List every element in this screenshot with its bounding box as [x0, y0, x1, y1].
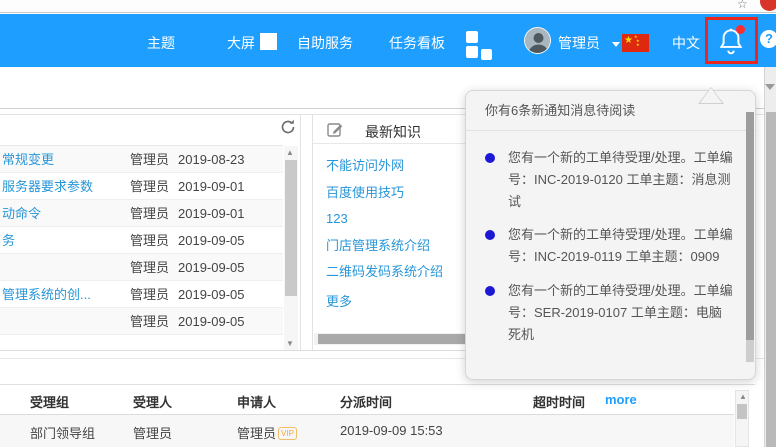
item-date: 2019-09-05 [178, 281, 245, 308]
scroll-up-icon[interactable]: ▲ [286, 148, 294, 157]
item-user: 管理员 [130, 254, 169, 281]
browser-toolbar: ☆ [0, 0, 776, 13]
unread-dot-icon [485, 286, 495, 296]
knowledge-link[interactable]: 不能访问外网 [326, 153, 443, 180]
cell-group: 部门领导组 [30, 423, 95, 442]
app-window: 常规变更 管理员 2019-08-23 服务器要求参数 管理员 2019-09-… [0, 0, 776, 447]
cell-applicant: 管理员VIP [237, 423, 297, 442]
notification-text: 您有一个新的工单待受理/处理。工单编号：SER-2019-0107 工单主题：电… [508, 280, 734, 345]
notification-list: 您有一个新的工单待受理/处理。工单编号：INC-2019-0120 工单主题：消… [485, 147, 735, 358]
list-item: 常规变更 管理员 2019-08-23 [0, 146, 283, 173]
nav-item-taskboard[interactable]: 任务看板 [389, 33, 445, 53]
scroll-up-icon[interactable]: ▲ [739, 392, 747, 401]
knowledge-link[interactable]: 二维码发码系统介绍 [326, 259, 443, 286]
bookmark-star-icon[interactable]: ☆ [737, 0, 748, 11]
scrollbar-thumb[interactable] [285, 160, 297, 296]
item-date: 2019-08-23 [178, 146, 245, 173]
col-header: 受理人 [133, 392, 172, 411]
nav-item-selfservice[interactable]: 自助服务 [297, 33, 353, 53]
notification-item[interactable]: 您有一个新的工单待受理/处理。工单编号：INC-2019-0120 工单主题：消… [485, 147, 735, 212]
extension-badge-icon[interactable] [760, 0, 776, 11]
language-switcher[interactable]: 中文 [672, 33, 700, 53]
item-link[interactable]: 务 [2, 227, 15, 254]
vip-badge: VIP [278, 427, 297, 440]
more-link[interactable]: 更多 [326, 291, 352, 310]
item-date: 2019-09-01 [178, 200, 245, 227]
item-link[interactable]: 动命令 [2, 200, 41, 227]
scrollbar-thumb[interactable] [318, 334, 473, 344]
notification-item[interactable]: 您有一个新的工单待受理/处理。工单编号：SER-2019-0107 工单主题：电… [485, 280, 735, 345]
refresh-icon[interactable] [279, 118, 297, 136]
top-navbar: 主题 大屏 自助服务 任务看板 管理员 ★ ★ ★ ★ 中文 ? [0, 14, 776, 67]
unread-dot-icon [485, 230, 495, 240]
item-user: 管理员 [130, 308, 169, 335]
tickets-table-header: 受理组 受理人 申请人 分派时间 超时时间 more [0, 385, 734, 414]
list-item: 管理系统的创... 管理员 2019-09-05 [0, 281, 283, 308]
list-item: 务 管理员 2019-09-05 [0, 227, 283, 254]
applicant-name: 管理员 [237, 426, 276, 441]
chevron-down-icon [765, 84, 775, 95]
scrollbar-thumb[interactable] [766, 112, 776, 447]
knowledge-link[interactable]: 123 [326, 206, 443, 233]
page-scrollbar[interactable] [764, 67, 776, 447]
knowledge-link[interactable]: 门店管理系统介绍 [326, 233, 443, 260]
item-date: 2019-09-05 [178, 308, 245, 335]
panel-header: 最新知识 [313, 115, 473, 144]
panel-scrollbar[interactable]: ▲ ▼ [284, 146, 298, 350]
item-date: 2019-09-01 [178, 173, 245, 200]
nav-item-bigscreen[interactable]: 大屏 [227, 33, 255, 53]
list-item: 管理员 2019-09-05 [0, 254, 283, 281]
recent-items-panel: 常规变更 管理员 2019-08-23 服务器要求参数 管理员 2019-09-… [0, 115, 301, 350]
latest-knowledge-panel: 最新知识 不能访问外网 百度使用技巧 123 门店管理系统介绍 二维码发码系统介… [312, 115, 472, 350]
china-flag-icon: ★ ★ ★ ★ [622, 34, 649, 52]
notification-item[interactable]: 您有一个新的工单待受理/处理。工单编号：INC-2019-0119 工单主题：0… [485, 224, 735, 268]
chevron-down-icon [612, 42, 620, 51]
popup-header: 你有6条新通知消息待阅读 [466, 91, 755, 131]
item-link[interactable]: 管理系统的创... [2, 281, 91, 308]
item-link[interactable]: 服务器要求参数 [2, 173, 93, 200]
scroll-down-icon[interactable]: ▼ [286, 339, 294, 348]
scrollbar-thumb[interactable] [746, 112, 754, 340]
horizontal-scrollbar[interactable] [314, 333, 473, 345]
table-row: 部门领导组 管理员 管理员VIP 2019-09-09 15:53 [0, 415, 734, 447]
list-item: 服务器要求参数 管理员 2019-09-01 [0, 173, 283, 200]
user-menu[interactable]: 管理员 [558, 33, 600, 53]
edit-note-icon [327, 121, 344, 143]
table-scrollbar[interactable]: ▲ [735, 390, 749, 447]
item-user: 管理员 [130, 227, 169, 254]
cell-time: 2019-09-09 15:53 [340, 423, 443, 438]
list-item: 动命令 管理员 2019-09-01 [0, 200, 283, 227]
item-user: 管理员 [130, 281, 169, 308]
col-header: 超时时间 [533, 392, 585, 411]
notification-text: 您有一个新的工单待受理/处理。工单编号：INC-2019-0120 工单主题：消… [508, 147, 734, 212]
notification-popup: 你有6条新通知消息待阅读 您有一个新的工单待受理/处理。工单编号：INC-201… [465, 90, 756, 380]
col-header: 分派时间 [340, 392, 392, 411]
more-link[interactable]: more [605, 392, 637, 407]
list-item: 管理员 2019-09-05 [0, 308, 283, 335]
notification-text: 您有一个新的工单待受理/处理。工单编号：INC-2019-0119 工单主题：0… [508, 224, 734, 268]
recent-items-list: 常规变更 管理员 2019-08-23 服务器要求参数 管理员 2019-09-… [0, 146, 283, 335]
help-icon[interactable]: ? [760, 30, 776, 48]
item-date: 2019-09-05 [178, 227, 245, 254]
col-header: 受理组 [30, 392, 69, 411]
user-avatar[interactable] [524, 27, 551, 54]
cell-handler: 管理员 [133, 423, 172, 442]
col-header: 申请人 [237, 392, 276, 411]
apps-grid-icon[interactable] [462, 31, 492, 61]
item-user: 管理员 [130, 200, 169, 227]
unread-dot-icon [485, 153, 495, 163]
item-user: 管理员 [130, 173, 169, 200]
panel-title: 最新知识 [365, 122, 421, 142]
knowledge-links: 不能访问外网 百度使用技巧 123 门店管理系统介绍 二维码发码系统介绍 [326, 153, 443, 286]
scrollbar-thumb[interactable] [737, 404, 747, 419]
nav-item-theme[interactable]: 主题 [147, 33, 175, 53]
annotation-highlight-box [705, 17, 758, 64]
item-date: 2019-09-05 [178, 254, 245, 281]
knowledge-link[interactable]: 百度使用技巧 [326, 180, 443, 207]
collapse-menu-icon[interactable] [260, 33, 277, 50]
item-user: 管理员 [130, 146, 169, 173]
popup-scrollbar[interactable] [746, 112, 754, 362]
item-link[interactable]: 常规变更 [2, 146, 54, 173]
